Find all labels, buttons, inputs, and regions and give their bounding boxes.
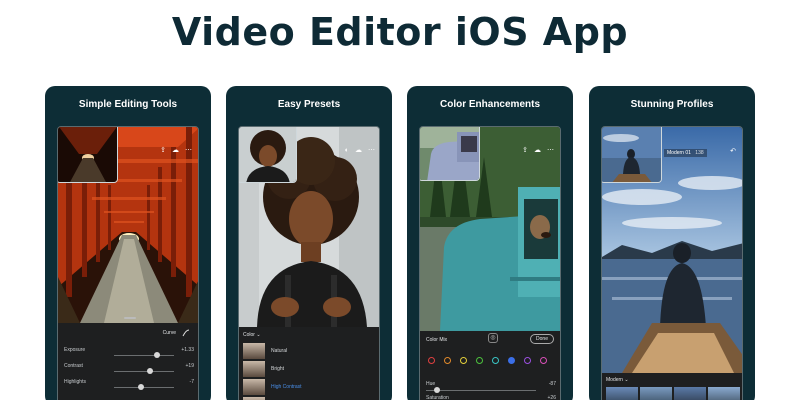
card-title: Stunning Profiles: [630, 99, 714, 110]
group-label: Modern: [606, 377, 623, 383]
slider-label: Hue: [426, 381, 436, 387]
profile-thumb[interactable]: [606, 387, 638, 400]
more-icon[interactable]: ⋯: [185, 147, 192, 154]
thumbnail-inset[interactable]: [420, 127, 480, 181]
slider-hue[interactable]: Hue -87: [426, 381, 556, 395]
card-title: Easy Presets: [277, 99, 341, 110]
share-icon[interactable]: ⇪: [522, 147, 528, 154]
card-simple-editing-tools: Simple Editing Tools ⇪ ☁ ⋯ Curve Exposur…: [45, 86, 211, 400]
profile-name: Modern 01: [667, 150, 691, 156]
phone-screen: Modern 01 138 ↶ Modern ⌄: [601, 126, 743, 400]
thumbnail-inset[interactable]: [58, 127, 118, 183]
color-dot[interactable]: [460, 357, 467, 364]
preset-label: Natural: [271, 348, 288, 354]
preset-category-dropdown[interactable]: Color ⌄: [243, 332, 261, 338]
preset-item[interactable]: Bright: [243, 361, 377, 378]
color-dot[interactable]: [476, 357, 483, 364]
page-title: Video Editor iOS App: [171, 10, 629, 54]
phone-screen: ⇪ ☁ ⋯ Color Mix ◎ Done Hue -87 Saturation +…: [419, 126, 561, 400]
back-arrow-icon[interactable]: ↶: [730, 147, 736, 155]
chevron-down-icon: ⌄: [256, 332, 261, 338]
preset-label: Bright: [271, 366, 285, 372]
share-icon[interactable]: ⇪: [160, 147, 166, 154]
curve-icon[interactable]: [182, 329, 190, 337]
profile-thumb[interactable]: [674, 387, 706, 400]
slider-track[interactable]: [114, 371, 174, 372]
profile-strip: [606, 387, 740, 400]
toolbar-icons: ⇪ ☁ ⋯: [160, 147, 192, 154]
color-mix-panel: Color Mix ◎ Done Hue -87 Saturation +26: [420, 331, 560, 400]
slider-track[interactable]: [114, 387, 174, 388]
slider-track[interactable]: [426, 390, 536, 391]
done-button[interactable]: Done: [530, 334, 554, 344]
slider-saturation[interactable]: Saturation +26: [426, 395, 556, 400]
slider-track[interactable]: [114, 355, 174, 356]
phone-screen: ◐ ☁ ⋯ Color ⌄ Natural Bright High Contrast…: [238, 126, 380, 400]
edit-panel: Curve Exposure +1.33 Contrast +19 Highlights…: [58, 323, 198, 400]
slider-value: -7: [189, 379, 194, 385]
cloud-icon[interactable]: ☁: [355, 147, 362, 154]
target-adjust-icon[interactable]: ◎: [488, 333, 498, 343]
slider-knob[interactable]: [434, 387, 440, 393]
chevron-down-icon: ⌄: [624, 377, 629, 383]
card-stunning-profiles: Stunning Profiles Modern 01 138 ↶ Modern…: [589, 86, 755, 400]
preset-thumbnail: [243, 361, 265, 377]
slider-knob[interactable]: [154, 352, 161, 358]
cloud-icon[interactable]: ☁: [172, 147, 179, 154]
slider-value: +19: [185, 363, 194, 369]
profile-thumb[interactable]: [708, 387, 740, 400]
slider-label: Contrast: [64, 363, 83, 369]
profile-thumb[interactable]: [640, 387, 672, 400]
slider-value: -87: [548, 381, 556, 387]
curve-label[interactable]: Curve: [163, 330, 176, 336]
category-label: Color: [243, 332, 255, 338]
color-dot[interactable]: [428, 357, 435, 364]
color-dot[interactable]: [540, 357, 547, 364]
profile-count: 138: [695, 150, 704, 156]
more-icon[interactable]: ⋯: [547, 147, 554, 154]
thumbnail-inset[interactable]: [239, 127, 297, 183]
slider-value: +26: [547, 395, 556, 400]
card-title: Color Enhancements: [439, 99, 541, 110]
thumbnail-inset[interactable]: [602, 127, 662, 183]
phone-screen: ⇪ ☁ ⋯ Curve Exposure +1.33 Contrast +19 High…: [57, 126, 199, 400]
slider-value: +1.33: [181, 347, 194, 353]
more-icon[interactable]: ⋯: [368, 147, 375, 154]
slider-label: Exposure: [64, 347, 86, 353]
preset-icon[interactable]: ◐: [345, 147, 349, 154]
color-dot[interactable]: [444, 357, 451, 364]
profile-group-dropdown[interactable]: Modern ⌄: [606, 377, 629, 383]
card-color-enhancements: Color Enhancements ⇪ ☁ ⋯ Color Mix ◎ Don…: [407, 86, 573, 400]
toolbar-icons: ⇪ ☁ ⋯: [522, 147, 554, 154]
slider-knob[interactable]: [138, 384, 144, 390]
profile-name-badge: Modern 01 138: [664, 149, 707, 157]
slider-knob[interactable]: [147, 368, 153, 374]
preset-thumbnail: [243, 379, 265, 395]
preset-item[interactable]: High Contrast: [243, 379, 377, 396]
cloud-icon[interactable]: ☁: [534, 147, 541, 154]
slider-label: Saturation: [426, 395, 449, 400]
drag-handle[interactable]: [124, 317, 136, 319]
color-dot[interactable]: [492, 357, 499, 364]
slider-label: Highlights: [64, 379, 86, 385]
slider-highlights[interactable]: Highlights -7: [64, 379, 194, 393]
preset-label: High Contrast: [271, 384, 302, 390]
card-title: Simple Editing Tools: [78, 99, 178, 110]
preset-thumbnail: [243, 343, 265, 359]
color-dot[interactable]: [508, 357, 515, 364]
preset-panel: Color ⌄ NaturalBrightHigh ContrastHigh C…: [239, 327, 379, 400]
toolbar-icons: ◐ ☁ ⋯: [345, 147, 375, 154]
slider-exposure[interactable]: Exposure +1.33: [64, 347, 194, 361]
color-dot[interactable]: [524, 357, 531, 364]
profile-panel: Modern ⌄: [602, 373, 742, 400]
card-easy-presets: Easy Presets ◐ ☁ ⋯ Color ⌄ Natural Brigh…: [226, 86, 392, 400]
preset-item[interactable]: Natural: [243, 343, 377, 360]
color-mix-label: Color Mix: [426, 337, 448, 343]
slider-contrast[interactable]: Contrast +19: [64, 363, 194, 377]
